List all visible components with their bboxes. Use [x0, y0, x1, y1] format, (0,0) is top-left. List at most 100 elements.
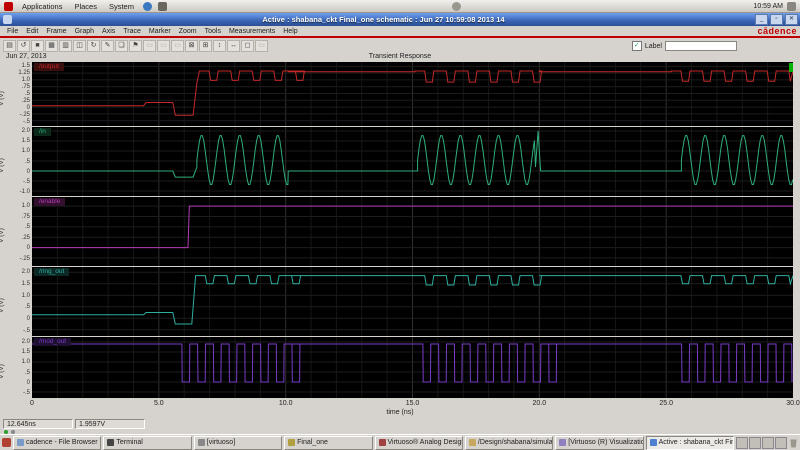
workspace-1[interactable]: [736, 436, 748, 449]
prev-zoom-icon[interactable]: ▭: [255, 40, 268, 52]
panel-clock[interactable]: 10:59 AM: [753, 3, 783, 10]
marker-icon[interactable]: ⚑: [129, 40, 142, 52]
minimize-button[interactable]: _: [755, 14, 768, 25]
fit-icon[interactable]: ◻: [241, 40, 254, 52]
window-statusbar: 12.645ns 1.9597V: [0, 418, 800, 430]
copy-icon[interactable]: ▭: [157, 40, 170, 52]
x-tick-label: 15.0: [405, 400, 420, 407]
cursor-time-field: 12.645ns: [3, 419, 73, 429]
taskbar-item-3[interactable]: Final_one: [284, 435, 373, 450]
menu-item-help[interactable]: Help: [279, 28, 301, 35]
plot-canvas-4[interactable]: /mod_out: [32, 337, 793, 398]
desktop-top-panel: Applications Places System 10:59 AM: [0, 0, 800, 13]
menu-item-axis[interactable]: Axis: [98, 28, 119, 35]
distro-logo-icon[interactable]: [4, 1, 13, 11]
refresh-icon[interactable]: ↻: [87, 40, 100, 52]
panel-menu-system[interactable]: System: [106, 2, 137, 11]
zoom-x-icon[interactable]: ↔: [227, 40, 240, 52]
taskbar-item-0[interactable]: cadence - File Browser: [13, 435, 102, 450]
terminal-launcher-icon[interactable]: [157, 1, 167, 11]
taskbar: cadence - File Browser Terminal [virtuoso]…: [0, 434, 800, 450]
zoom-y-icon[interactable]: ↕: [213, 40, 226, 52]
y-axis-3: V (V)2.01.51.0.50-.5: [0, 267, 32, 337]
cut-icon[interactable]: ▭: [143, 40, 156, 52]
taskbar-item-label: /Design/shabana/simulati...: [477, 439, 553, 446]
export-icon[interactable]: ↺: [17, 40, 30, 52]
viva-icon: [559, 439, 567, 446]
close-button[interactable]: ✕: [785, 14, 798, 25]
window-menu-icon[interactable]: [3, 15, 12, 24]
taskbar-item-2[interactable]: [virtuoso]: [193, 435, 283, 450]
y-tick-label: .5: [24, 91, 30, 97]
signal-label-in[interactable]: /in: [34, 128, 51, 136]
panel-menu-applications[interactable]: Applications: [19, 2, 65, 11]
taskbar-item-7[interactable]: Active : shabana_ckt Final...: [645, 435, 734, 450]
label-input[interactable]: [665, 41, 737, 51]
y-tick-label: 1.0: [21, 359, 30, 366]
plot-canvas-1[interactable]: /in: [32, 127, 793, 196]
taskbar-item-4[interactable]: Virtuoso® Analog Design...: [374, 435, 463, 450]
signal-label-output[interactable]: /output: [34, 63, 64, 71]
gear-icon[interactable]: [452, 1, 461, 11]
y-tick-label: .25: [21, 97, 30, 104]
menu-item-measurements[interactable]: Measurements: [225, 28, 279, 35]
maximize-button[interactable]: ▫: [770, 14, 783, 25]
window-titlebar[interactable]: Active : shabana_ckt Final_one schematic…: [0, 13, 800, 26]
y-axis-1: V (V)2.01.51.0.50-.5-1.0: [0, 127, 32, 197]
waveform-strip-ring_out: V (V)2.01.51.0.50-.5/ring_out: [0, 267, 800, 337]
speaker-icon[interactable]: [787, 1, 796, 11]
graph-title: Transient Response: [368, 53, 432, 60]
paste-icon[interactable]: ▭: [171, 40, 184, 52]
x-tick-label: 0: [30, 400, 34, 407]
note-icon[interactable]: ❏: [115, 40, 128, 52]
terminal-icon: [107, 439, 115, 446]
taskbar-item-1[interactable]: Terminal: [103, 435, 192, 450]
taskbar-item-label: Final_one: [297, 439, 328, 446]
y-tick-label: 0: [26, 245, 30, 252]
x-axis-ticks: 0 5.0 10.0 15.0 20.0 25.0 30.0: [0, 399, 800, 409]
signal-label-enable[interactable]: /enable: [34, 198, 66, 206]
waveform-strip-mod_out: V (V)2.01.51.0.50-.5/mod_out: [0, 337, 800, 399]
active-graph-icon[interactable]: ■: [31, 40, 44, 52]
show-desktop-icon[interactable]: [2, 438, 11, 447]
y-tick-label: .5: [24, 369, 30, 376]
taskbar-item-label: Terminal: [116, 439, 143, 446]
annotate-icon[interactable]: ✎: [101, 40, 114, 52]
trash-icon[interactable]: [790, 439, 797, 448]
x-tick-label: 5.0: [153, 400, 164, 407]
menu-item-marker[interactable]: Marker: [145, 28, 175, 35]
workspace-2[interactable]: [749, 436, 761, 449]
signal-label-ring_out[interactable]: /ring_out: [34, 268, 70, 276]
y-tick-label: -1.0: [19, 188, 30, 195]
single-view-icon[interactable]: ▦: [45, 40, 58, 52]
folder-icon: [17, 439, 24, 446]
cursor-voltage-field: 1.9597V: [75, 419, 145, 429]
split-view-icon[interactable]: ▥: [59, 40, 72, 52]
virtuoso-icon: [378, 439, 386, 446]
browser-launcher-icon[interactable]: [142, 1, 152, 11]
menu-item-zoom[interactable]: Zoom: [175, 28, 201, 35]
plot-canvas-0[interactable]: /output: [32, 62, 793, 126]
label-checkbox[interactable]: ✓: [631, 41, 642, 51]
signal-label-mod_out[interactable]: /mod_out: [34, 338, 72, 346]
table-icon[interactable]: ◫: [73, 40, 86, 52]
menu-item-graph[interactable]: Graph: [71, 28, 98, 35]
menu-item-trace[interactable]: Trace: [119, 28, 145, 35]
plot-canvas-2[interactable]: /enable: [32, 197, 793, 266]
plot-canvas-3[interactable]: /ring_out: [32, 267, 793, 336]
workspace-switcher[interactable]: [736, 436, 787, 449]
delete-icon[interactable]: ⊠: [185, 40, 198, 52]
y-tick-label: 1.5: [21, 349, 30, 356]
taskbar-item-6[interactable]: [Virtuoso (R) Visualization...: [555, 435, 644, 450]
menu-item-tools[interactable]: Tools: [201, 28, 225, 35]
print-icon[interactable]: ▤: [3, 40, 16, 52]
y-tick-label: -.5: [22, 178, 30, 185]
menu-item-edit[interactable]: Edit: [22, 28, 42, 35]
workspace-4[interactable]: [775, 436, 787, 449]
workspace-3[interactable]: [762, 436, 774, 449]
taskbar-item-5[interactable]: /Design/shabana/simulati...: [464, 435, 554, 450]
zoom-xy-icon[interactable]: ⊞: [199, 40, 212, 52]
panel-menu-places[interactable]: Places: [71, 2, 100, 11]
menu-item-frame[interactable]: Frame: [42, 28, 70, 35]
menu-item-file[interactable]: File: [3, 28, 22, 35]
